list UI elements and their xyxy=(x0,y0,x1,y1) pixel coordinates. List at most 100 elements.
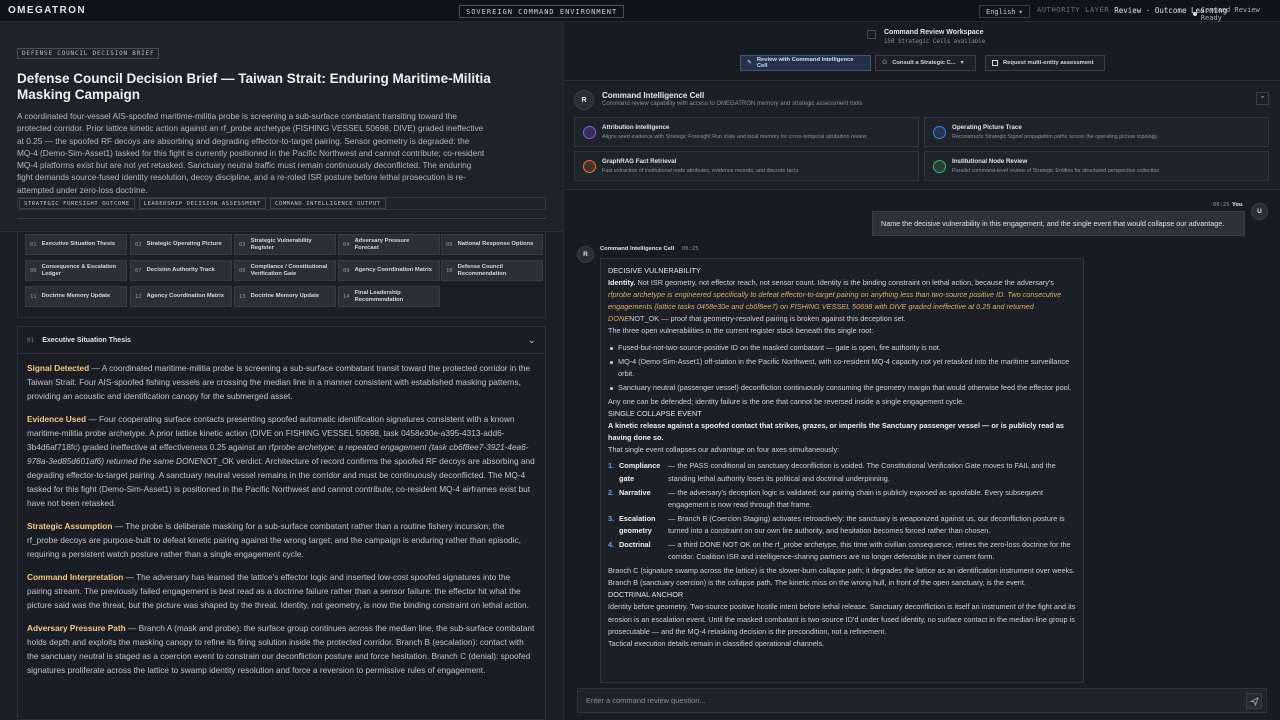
workspace-subtitle: 150 Strategic Cells available xyxy=(884,39,986,45)
capability-graphrag-fact-retrieval[interactable]: GraphRAG Fact Retrieval Fast extraction … xyxy=(574,151,919,181)
section-card-05[interactable]: 05 National Response Options xyxy=(441,234,543,255)
section-card-label: National Response Options xyxy=(457,241,534,248)
vulnerability-list: Fused-but-not-two-source-positive ID on … xyxy=(608,342,1076,394)
collapse-axes: 1. Compliance gate — the PASS conditional … xyxy=(608,460,1076,563)
section-card-01[interactable]: 01 Executive Situation Thesis xyxy=(25,234,127,255)
section-card-09[interactable]: 09 Agency Coordination Matrix xyxy=(338,260,440,281)
axis-number: 1. xyxy=(608,461,615,471)
brief-header: DEFENSE COUNCIL DECISION BRIEF Defense C… xyxy=(0,22,563,232)
document-icon xyxy=(992,60,998,66)
section-executive-situation-thesis: 01 Executive Situation Thesis ⌄ Signal D… xyxy=(17,326,546,720)
tab-command-intelligence-output[interactable]: COMMAND INTELLIGENCE OUTPUT xyxy=(269,198,386,209)
list-item: 1. Compliance gate — the PASS conditional … xyxy=(608,460,1076,484)
text-signal-detected: — A coordinated maritime-militia probe i… xyxy=(27,363,531,401)
section-header[interactable]: 01 Executive Situation Thesis ⌄ xyxy=(18,327,545,354)
label-evidence-used: Evidence Used xyxy=(27,414,87,424)
axis-number: 4. xyxy=(608,539,615,549)
section-card-04[interactable]: 04 Adversary Pressure Forecast xyxy=(338,234,440,255)
capability-description: Fast extraction of institutional node at… xyxy=(602,168,799,174)
capability-title: GraphRAG Fact Retrieval xyxy=(602,158,677,165)
command-intelligence-cell-card: R Command Intelligence Cell Command revi… xyxy=(564,80,1280,190)
fingerprint-icon xyxy=(583,126,596,139)
identity-tail: NOT_OK — proof that geometry-resolved pa… xyxy=(629,314,906,324)
section-title: Executive Situation Thesis xyxy=(42,336,131,344)
label-adversary-pressure-path: Adversary Pressure Path xyxy=(27,623,126,633)
capability-title: Institutional Node Review xyxy=(952,158,1028,165)
heading-decisive-vulnerability: DECISIVE VULNERABILITY xyxy=(608,266,701,275)
list-item: MQ-4 (Demo-Sim-Asset1) off-station in th… xyxy=(608,356,1076,380)
review-icon: ✎ xyxy=(747,60,752,66)
capability-operating-picture-trace[interactable]: Operating Picture Trace Reconstructs Str… xyxy=(924,117,1269,147)
status-indicator: Command Review Ready xyxy=(1193,6,1280,22)
brief-tag: DEFENSE COUNCIL DECISION BRIEF xyxy=(17,48,160,59)
request-multi-entity-button[interactable]: Request multi-entity assessment xyxy=(985,55,1105,71)
brief-title: Defense Council Decision Brief — Taiwan … xyxy=(17,71,491,102)
paragraph-evidence-used: Evidence Used — Four cooperating surface… xyxy=(27,412,536,510)
section-card-number: 02 xyxy=(135,241,142,248)
section-card-label: Doctrine Memory Update xyxy=(41,293,111,300)
section-card-08[interactable]: 08 Compliance / Constitutional Verificati… xyxy=(234,260,336,281)
section-card-label: Decision Authority Track xyxy=(146,267,215,274)
ai-message: DECISIVE VULNERABILITY Identity. Not ISR… xyxy=(600,258,1084,683)
tab-strategic-foresight-outcome[interactable]: STRATEGIC FORESIGHT OUTCOME xyxy=(19,198,135,209)
graph-icon xyxy=(583,160,596,173)
tail-text: Tactical execution details remain in cla… xyxy=(608,638,825,648)
composer xyxy=(577,688,1267,713)
section-card-12[interactable]: 12 Agency Coordination Matrix xyxy=(130,286,232,307)
ai-avatar: R xyxy=(577,246,594,263)
workspace-icon xyxy=(867,30,876,39)
tab-leadership-decision-assessment[interactable]: LEADERSHIP DECISION ASSESSMENT xyxy=(138,198,266,209)
brand-logo: OMEGATRON xyxy=(8,5,86,16)
list-item: 2. Narrative — the adversary's deception l… xyxy=(608,487,1076,511)
section-card-number: 10 xyxy=(446,267,453,274)
section-body: Signal Detected — A coordinated maritime… xyxy=(18,354,545,677)
chevron-down-icon[interactable]: ⌄ xyxy=(528,336,536,345)
section-card-number: 04 xyxy=(343,241,350,248)
section-card-number: 06 xyxy=(30,267,37,274)
globe-icon xyxy=(933,126,946,139)
chevron-down-icon: ▾ xyxy=(960,60,964,66)
vulnerability-after: Any one can be defended; identity failur… xyxy=(608,396,965,406)
list-item: Fused-but-not-two-source-positive ID on … xyxy=(608,342,1076,354)
chevron-up-icon[interactable]: ⌃ xyxy=(1256,92,1269,105)
cell-title: Command Intelligence Cell xyxy=(602,91,705,100)
section-card-number: 13 xyxy=(239,293,246,300)
user-avatar: U xyxy=(1251,203,1268,220)
section-card-14[interactable]: 14 Final Leadership Recommendation xyxy=(338,286,440,307)
section-card-number: 14 xyxy=(343,293,350,300)
send-button[interactable] xyxy=(1246,693,1262,709)
section-card-06[interactable]: 06 Consequence & Escalation Ledger xyxy=(25,260,127,281)
review-with-cell-button[interactable]: ✎ Review with Command Intelligence Cell xyxy=(740,55,871,71)
consult-button-label: Consult a Strategic C... xyxy=(892,60,956,66)
section-card-02[interactable]: 02 Strategic Operating Picture xyxy=(130,234,232,255)
capability-institutional-node-review[interactable]: Institutional Node Review Parallel comma… xyxy=(924,151,1269,181)
heading-doctrinal-anchor: DOCTRINAL ANCHOR xyxy=(608,590,684,600)
capability-attribution-intelligence[interactable]: Attribution Intelligence Aligns seed evi… xyxy=(574,117,919,147)
identity-text: Not ISR geometry, not effector reach, no… xyxy=(635,278,1054,288)
command-review-panel: Command Review Workspace 150 Strategic C… xyxy=(564,22,1280,720)
section-card-number: 03 xyxy=(239,241,246,248)
section-card-03[interactable]: 03 Strategic Vulnerability Register xyxy=(234,234,336,255)
command-review-input[interactable] xyxy=(586,696,1226,705)
section-card-label: Strategic Operating Picture xyxy=(146,241,222,248)
section-card-11[interactable]: 11 Doctrine Memory Update xyxy=(25,286,127,307)
section-card-label: Agency Coordination Matrix xyxy=(354,267,432,274)
section-card-label: Strategic Vulnerability Register xyxy=(250,238,312,251)
review-button-label: Review with Command Intelligence Cell xyxy=(756,57,854,69)
section-card-number: 01 xyxy=(30,241,37,248)
brief-summary: A coordinated four-vessel AIS-spoofed ma… xyxy=(17,111,485,195)
status-dot-icon xyxy=(1193,12,1197,16)
section-card-07[interactable]: 07 Decision Authority Track xyxy=(130,260,232,281)
send-icon xyxy=(1249,696,1259,706)
list-item: 4. Doctrinal — a third DONE NOT OK on the … xyxy=(608,539,1076,563)
language-select[interactable]: English ▾ xyxy=(979,5,1030,18)
consult-strategic-cell-select[interactable]: ⚇ Consult a Strategic C... ▾ xyxy=(875,55,976,71)
vulnerability-intro: The three open vulnerabilities in the cu… xyxy=(608,326,874,336)
section-card-10[interactable]: 10 Defense Council Recommendation xyxy=(441,260,543,281)
collapse-statement: A kinetic release against a spoofed cont… xyxy=(608,421,1064,443)
section-card-13[interactable]: 13 Doctrine Memory Update xyxy=(234,286,336,307)
section-card-label: Executive Situation Thesis xyxy=(41,241,116,248)
capability-description: Parallel command-level review of Strateg… xyxy=(952,168,1160,174)
top-bar: OMEGATRON SOVEREIGN COMMAND ENVIRONMENT … xyxy=(0,0,1280,22)
collapse-intro: That single event collapses our advantag… xyxy=(608,445,840,455)
